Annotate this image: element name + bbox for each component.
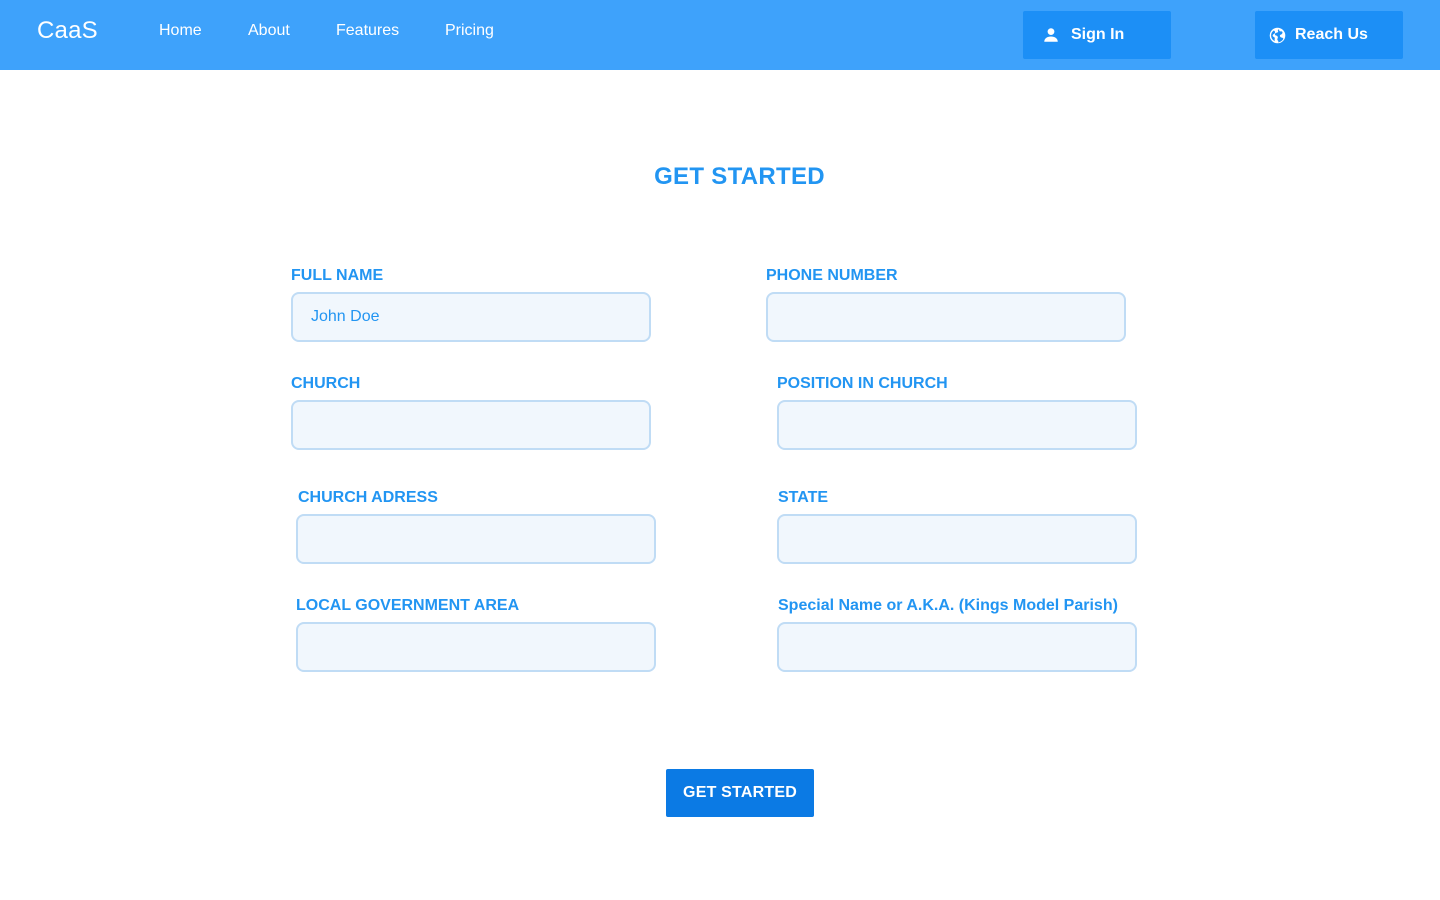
navbar: CaaS Home About Features Pricing Sign In… (0, 0, 1440, 70)
church-label: CHURCH (291, 375, 361, 392)
phone-number-label: PHONE NUMBER (766, 267, 898, 284)
reach-us-button[interactable]: Reach Us (1255, 11, 1403, 59)
brand-logo[interactable]: CaaS (37, 17, 98, 45)
lga-input[interactable] (296, 622, 656, 672)
phone-number-input[interactable] (766, 292, 1126, 342)
nav-link-home[interactable]: Home (159, 22, 202, 40)
nav-link-pricing[interactable]: Pricing (445, 22, 494, 40)
special-name-input[interactable] (777, 622, 1137, 672)
church-address-input[interactable] (296, 514, 656, 564)
church-input[interactable] (291, 400, 651, 450)
get-started-button[interactable]: GET STARTED (666, 769, 814, 817)
state-label: STATE (778, 489, 829, 506)
full-name-input[interactable] (291, 292, 651, 342)
nav-link-features[interactable]: Features (336, 22, 399, 40)
church-address-label: CHURCH ADRESS (298, 489, 438, 506)
sign-in-button[interactable]: Sign In (1023, 11, 1171, 59)
special-name-label: Special Name or A.K.A. (Kings Model Pari… (778, 597, 1118, 614)
position-in-church-input[interactable] (777, 400, 1137, 450)
full-name-label: FULL NAME (291, 267, 384, 284)
nav-link-about[interactable]: About (248, 22, 290, 40)
lga-label: LOCAL GOVERNMENT AREA (296, 597, 520, 614)
globe-icon (1267, 25, 1287, 45)
state-input[interactable] (777, 514, 1137, 564)
sign-in-label: Sign In (1071, 26, 1125, 43)
page-title: GET STARTED (654, 163, 825, 190)
reach-us-label: Reach Us (1295, 26, 1368, 43)
position-in-church-label: POSITION IN CHURCH (777, 375, 948, 392)
user-icon (1041, 25, 1061, 45)
